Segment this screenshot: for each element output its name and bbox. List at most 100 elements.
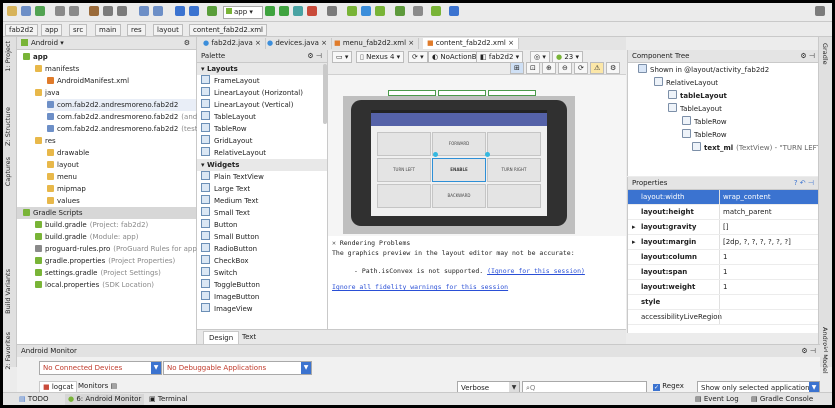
gradle-console-tab[interactable]: ▤ Gradle Console xyxy=(751,394,813,405)
stop-icon[interactable] xyxy=(307,6,317,16)
warning-icon[interactable]: ⚠ xyxy=(590,62,605,74)
help-icon[interactable] xyxy=(413,6,423,16)
palette-item[interactable]: GridLayout xyxy=(197,135,327,147)
replace-icon[interactable] xyxy=(153,6,163,16)
palette-item[interactable]: CheckBox xyxy=(197,255,327,267)
tree-item[interactable]: menu xyxy=(47,171,196,183)
component-tree-item[interactable]: TableLayout xyxy=(668,103,722,115)
palette-item[interactable]: TableLayout xyxy=(197,111,327,123)
undo-icon[interactable] xyxy=(55,6,65,16)
property-value[interactable]: wrap_content xyxy=(723,190,771,204)
layout-variants-button[interactable]: ▭ ▾ xyxy=(332,51,353,63)
help-question-icon[interactable] xyxy=(449,6,459,16)
ignore-all-link[interactable]: Ignore all fidelity warnings for this se… xyxy=(332,283,508,291)
monitor-settings-icon[interactable]: ⚙ ⊣ xyxy=(801,345,816,357)
palette-item[interactable]: Plain TextView xyxy=(197,171,327,183)
tool-gradle[interactable]: Gradle xyxy=(821,43,829,65)
tree-item[interactable]: java xyxy=(35,87,196,99)
save-icon[interactable] xyxy=(21,6,31,16)
property-row[interactable]: ▸ layout:gravity [] xyxy=(628,220,820,235)
redo-icon[interactable] xyxy=(69,6,79,16)
palette-item[interactable]: Medium Text xyxy=(197,195,327,207)
preview-button-forward[interactable]: FORWARD xyxy=(432,132,486,156)
zoom-out-icon[interactable]: ⊖ xyxy=(558,62,572,74)
forward-icon[interactable] xyxy=(189,6,199,16)
expand-icon[interactable]: ▸ xyxy=(632,220,636,234)
palette-group[interactable]: ▾ Layouts xyxy=(197,63,327,75)
tree-item[interactable]: com.fab2d2.andresmoreno.fab2d2 xyxy=(47,99,196,111)
palette-item[interactable]: RadioButton xyxy=(197,243,327,255)
component-tree-item[interactable]: tableLayout xyxy=(668,90,727,102)
palette-item[interactable]: ImageView xyxy=(197,303,327,315)
avd-manager-icon[interactable] xyxy=(361,6,371,16)
tree-item[interactable]: proguard-rules.pro (ProGuard Rules for ap… xyxy=(35,243,200,255)
cut-icon[interactable] xyxy=(89,6,99,16)
palette-item[interactable]: LinearLayout (Vertical) xyxy=(197,99,327,111)
component-tree-item[interactable]: RelativeLayout xyxy=(654,77,718,89)
tab-devices-java[interactable]: ● devices.java × xyxy=(263,38,332,49)
palette-item[interactable]: Large Text xyxy=(197,183,327,195)
palette-item[interactable]: Button xyxy=(197,219,327,231)
property-value[interactable]: 1 xyxy=(723,265,727,279)
property-value[interactable]: 1 xyxy=(723,280,727,294)
property-value[interactable]: 1 xyxy=(723,250,727,264)
run-icon[interactable] xyxy=(265,6,275,16)
tool-project[interactable]: 1: Project xyxy=(4,41,12,72)
tree-item[interactable]: mipmap xyxy=(47,183,196,195)
paste-icon[interactable] xyxy=(117,6,127,16)
palette-group[interactable]: ▾ Widgets xyxy=(197,159,327,171)
tree-item[interactable]: manifests xyxy=(35,63,196,75)
crumb-res[interactable]: res xyxy=(127,24,146,36)
collapse-icon[interactable]: ✕ xyxy=(332,239,336,247)
selection-handle[interactable] xyxy=(485,152,490,157)
device-combo[interactable]: No Connected Devices ▼ xyxy=(39,361,162,375)
tab-fab2d2-java[interactable]: ● fab2d2.java × xyxy=(199,38,266,49)
component-tree-item[interactable]: TableRow xyxy=(682,129,727,141)
palette-item[interactable]: LinearLayout (Horizontal) xyxy=(197,87,327,99)
crumb-app[interactable]: app xyxy=(41,24,63,36)
layout-canvas[interactable]: FORWARD TURN LEFT ENABLE TURN RIGHT BACK… xyxy=(343,96,575,234)
tool-captures[interactable]: Captures xyxy=(4,157,12,186)
sync-icon[interactable] xyxy=(35,6,45,16)
tool-build-variants[interactable]: Build Variants xyxy=(4,269,12,314)
palette-item[interactable]: Switch xyxy=(197,267,327,279)
palette-item[interactable]: ImageButton xyxy=(197,291,327,303)
tree-item[interactable]: Gradle Scripts xyxy=(17,207,196,219)
tree-item[interactable]: res xyxy=(35,135,196,147)
crumb-project[interactable]: fab2d2 xyxy=(5,24,38,36)
todo-tab[interactable]: ▤ TODO xyxy=(19,394,49,405)
palette-item[interactable]: ToggleButton xyxy=(197,279,327,291)
android-monitor-tab[interactable]: ● 6: Android Monitor xyxy=(65,394,145,405)
tree-item[interactable]: com.fab2d2.andresmoreno.fab2d2 (andr xyxy=(47,111,200,123)
orientation-button[interactable]: ⟳ ▾ xyxy=(408,51,428,63)
crumb-file[interactable]: content_fab2d2.xml xyxy=(189,24,267,36)
project-view-mode[interactable]: Android xyxy=(31,39,58,47)
sdk-manager-icon[interactable] xyxy=(375,6,385,16)
tab-design[interactable]: Design xyxy=(203,331,240,345)
property-value[interactable]: match_parent xyxy=(723,205,772,219)
terminal-tab[interactable]: ▣ Terminal xyxy=(149,394,187,405)
crumb-src[interactable]: src xyxy=(69,24,88,36)
property-row[interactable]: layout:span 1 xyxy=(628,265,820,280)
zoom-in-icon[interactable]: ⊕ xyxy=(542,62,556,74)
event-log-tab[interactable]: ▤ Event Log xyxy=(695,394,739,405)
attach-debugger-icon[interactable] xyxy=(293,6,303,16)
device-select[interactable]: ▯ Nexus 4 ▾ xyxy=(356,51,405,63)
crumb-main[interactable]: main xyxy=(95,24,121,36)
copy-icon[interactable] xyxy=(103,6,113,16)
settings-icon[interactable]: ⚙ xyxy=(606,62,621,74)
preview-button-turn-left[interactable]: TURN LEFT xyxy=(377,158,431,182)
property-row[interactable]: accessibilityLiveRegion xyxy=(628,310,820,325)
search-everywhere-icon[interactable] xyxy=(815,6,825,16)
gear-icon[interactable]: ⚙ ⊣ xyxy=(800,50,815,62)
tree-item[interactable]: drawable xyxy=(47,147,196,159)
property-row[interactable]: layout:height match_parent xyxy=(628,205,820,220)
project-structure-icon[interactable] xyxy=(327,6,337,16)
tab-content-xml[interactable]: ■ content_fab2d2.xml × xyxy=(423,38,519,49)
properties-tools-icon[interactable]: ? ↶ ⊣ xyxy=(794,177,814,189)
tree-item[interactable]: gradle.properties (Project Properties) xyxy=(35,255,196,267)
tree-item[interactable]: app xyxy=(23,51,196,63)
palette-scrollbar[interactable] xyxy=(323,64,327,124)
tree-item[interactable]: local.properties (SDK Location) xyxy=(35,279,196,291)
property-row[interactable]: ▸ layout:margin [2dp, ?, ?, ?, ?, ?, ?] xyxy=(628,235,820,250)
